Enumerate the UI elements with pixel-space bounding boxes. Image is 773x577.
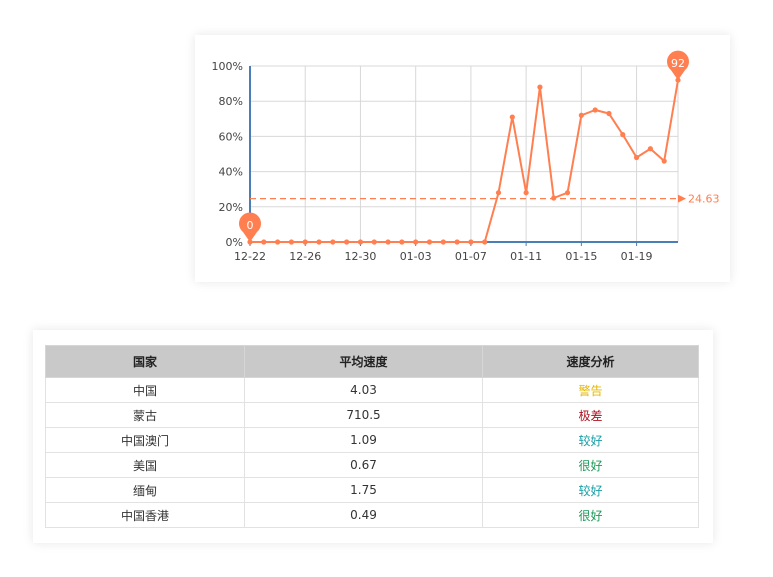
data-point (537, 84, 543, 90)
data-point (592, 107, 598, 113)
data-point (454, 239, 460, 245)
data-point (330, 239, 336, 245)
x-tick-label: 01-11 (510, 250, 542, 263)
header-country: 国家 (45, 345, 245, 378)
country-cell: 缅甸 (45, 477, 245, 503)
data-point (288, 239, 295, 245)
analysis-cell: 较好 (482, 477, 699, 503)
speed-cell: 4.03 (244, 377, 483, 403)
data-point (399, 239, 405, 245)
value-pin-label: 0 (247, 219, 254, 232)
table-row: 中国澳门 1.09 较好 (45, 427, 699, 453)
speed-table-card: 国家 平均速度 速度分析 中国 4.03 警告 蒙古 710.5 极差 中国澳门… (33, 330, 713, 543)
data-point (468, 239, 474, 245)
header-avg-speed: 平均速度 (244, 345, 483, 378)
speed-cell: 1.75 (244, 477, 483, 503)
y-tick-label: 60% (219, 130, 243, 143)
header-speed-analysis: 速度分析 (482, 345, 699, 378)
analysis-cell: 警告 (482, 377, 699, 403)
country-cell: 中国 (45, 377, 245, 403)
data-point (647, 146, 653, 152)
line-chart-card: 0% 20% 40% 60% 80% 100% 12-22 12-26 12-30 01-03 01… (195, 35, 730, 282)
data-point (661, 158, 667, 164)
data-point (509, 114, 515, 120)
data-point (385, 239, 391, 245)
x-tick-label: 01-19 (621, 250, 653, 263)
data-point (482, 239, 488, 245)
analysis-cell: 很好 (482, 452, 699, 478)
table-row: 中国香港 0.49 很好 (45, 502, 699, 528)
x-tick-label: 12-22 (234, 250, 266, 263)
speed-cell: 0.49 (244, 502, 483, 528)
data-point (551, 195, 557, 201)
series-line (250, 79, 679, 243)
data-point (426, 239, 433, 245)
data-point (275, 239, 281, 245)
analysis-cell: 极差 (482, 402, 699, 428)
country-cell: 蒙古 (45, 402, 245, 428)
data-point (606, 110, 612, 117)
table-row: 中国 4.03 警告 (45, 377, 699, 403)
data-point (371, 239, 377, 245)
y-tick-label: 0% (226, 236, 243, 249)
x-tick-label: 12-30 (344, 250, 376, 263)
speed-cell: 1.09 (244, 427, 483, 453)
analysis-cell: 较好 (482, 427, 699, 453)
data-point (261, 239, 267, 245)
data-point (357, 239, 364, 245)
x-tick-label: 01-03 (400, 250, 432, 263)
country-cell: 美国 (45, 452, 245, 478)
data-point (344, 239, 350, 245)
data-point (633, 154, 640, 161)
value-pin-label: 92 (671, 57, 685, 70)
table-header-row: 国家 平均速度 速度分析 (45, 345, 699, 378)
data-point (413, 239, 419, 245)
data-point (302, 239, 308, 245)
average-line-label: 24.63 (688, 193, 720, 206)
y-tick-label: 100% (212, 60, 243, 73)
data-point (564, 190, 571, 196)
data-point (440, 239, 446, 245)
data-point (316, 239, 322, 245)
analysis-cell: 很好 (482, 502, 699, 528)
table-row: 美国 0.67 很好 (45, 452, 699, 478)
speed-cell: 710.5 (244, 402, 483, 428)
y-tick-label: 80% (219, 95, 243, 108)
y-tick-label: 40% (219, 166, 243, 179)
line-chart: 0% 20% 40% 60% 80% 100% 12-22 12-26 12-30 01-03 01… (212, 50, 720, 263)
table-row: 缅甸 1.75 较好 (45, 477, 699, 503)
x-tick-label: 12-26 (289, 250, 321, 263)
speed-cell: 0.67 (244, 452, 483, 478)
table-row: 蒙古 710.5 极差 (45, 402, 699, 428)
average-line-arrow (678, 194, 686, 203)
data-point (495, 190, 502, 196)
country-cell: 中国澳门 (45, 427, 245, 453)
country-cell: 中国香港 (45, 502, 245, 528)
x-tick-label: 01-15 (565, 250, 597, 263)
speed-table: 国家 平均速度 速度分析 中国 4.03 警告 蒙古 710.5 极差 中国澳门… (45, 345, 699, 528)
data-point (578, 112, 584, 118)
x-tick-label: 01-07 (455, 250, 487, 263)
data-point (523, 190, 529, 196)
data-point (620, 132, 626, 138)
y-tick-label: 20% (219, 201, 243, 214)
